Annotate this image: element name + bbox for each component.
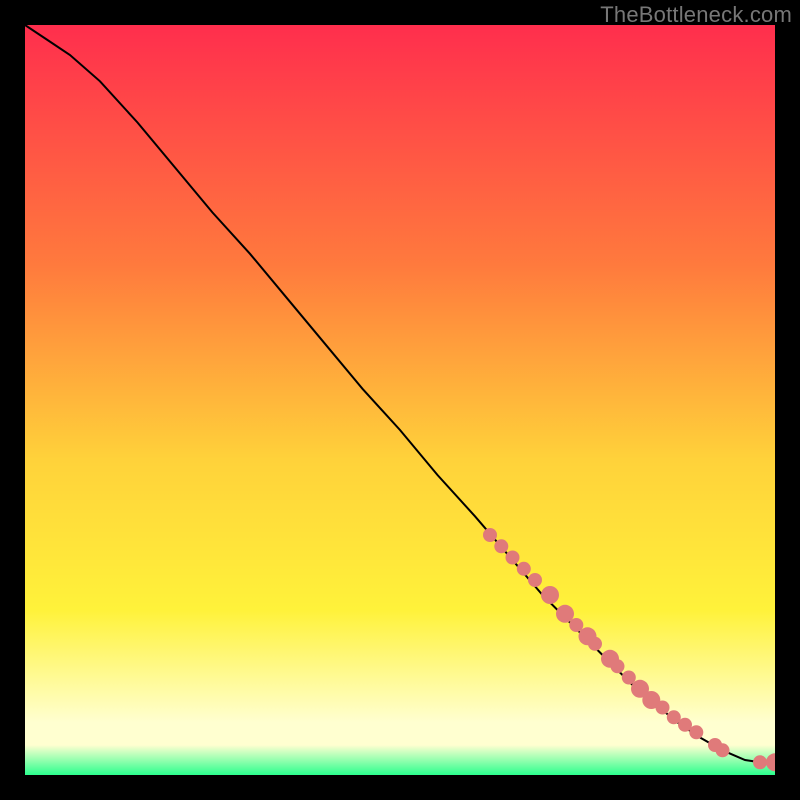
attribution-text: TheBottleneck.com: [600, 2, 792, 28]
measured-point: [517, 562, 531, 576]
measured-point: [753, 755, 767, 769]
measured-point: [494, 539, 508, 553]
chart-stage: TheBottleneck.com: [0, 0, 800, 800]
measured-point: [483, 528, 497, 542]
bottleneck-chart: [25, 25, 775, 775]
measured-point: [528, 573, 542, 587]
measured-point: [689, 725, 703, 739]
measured-point: [716, 743, 730, 757]
measured-point: [611, 659, 625, 673]
measured-point: [556, 605, 574, 623]
measured-point: [656, 701, 670, 715]
measured-point: [541, 586, 559, 604]
gradient-background: [25, 25, 775, 775]
measured-point: [588, 637, 602, 651]
measured-point: [506, 551, 520, 565]
